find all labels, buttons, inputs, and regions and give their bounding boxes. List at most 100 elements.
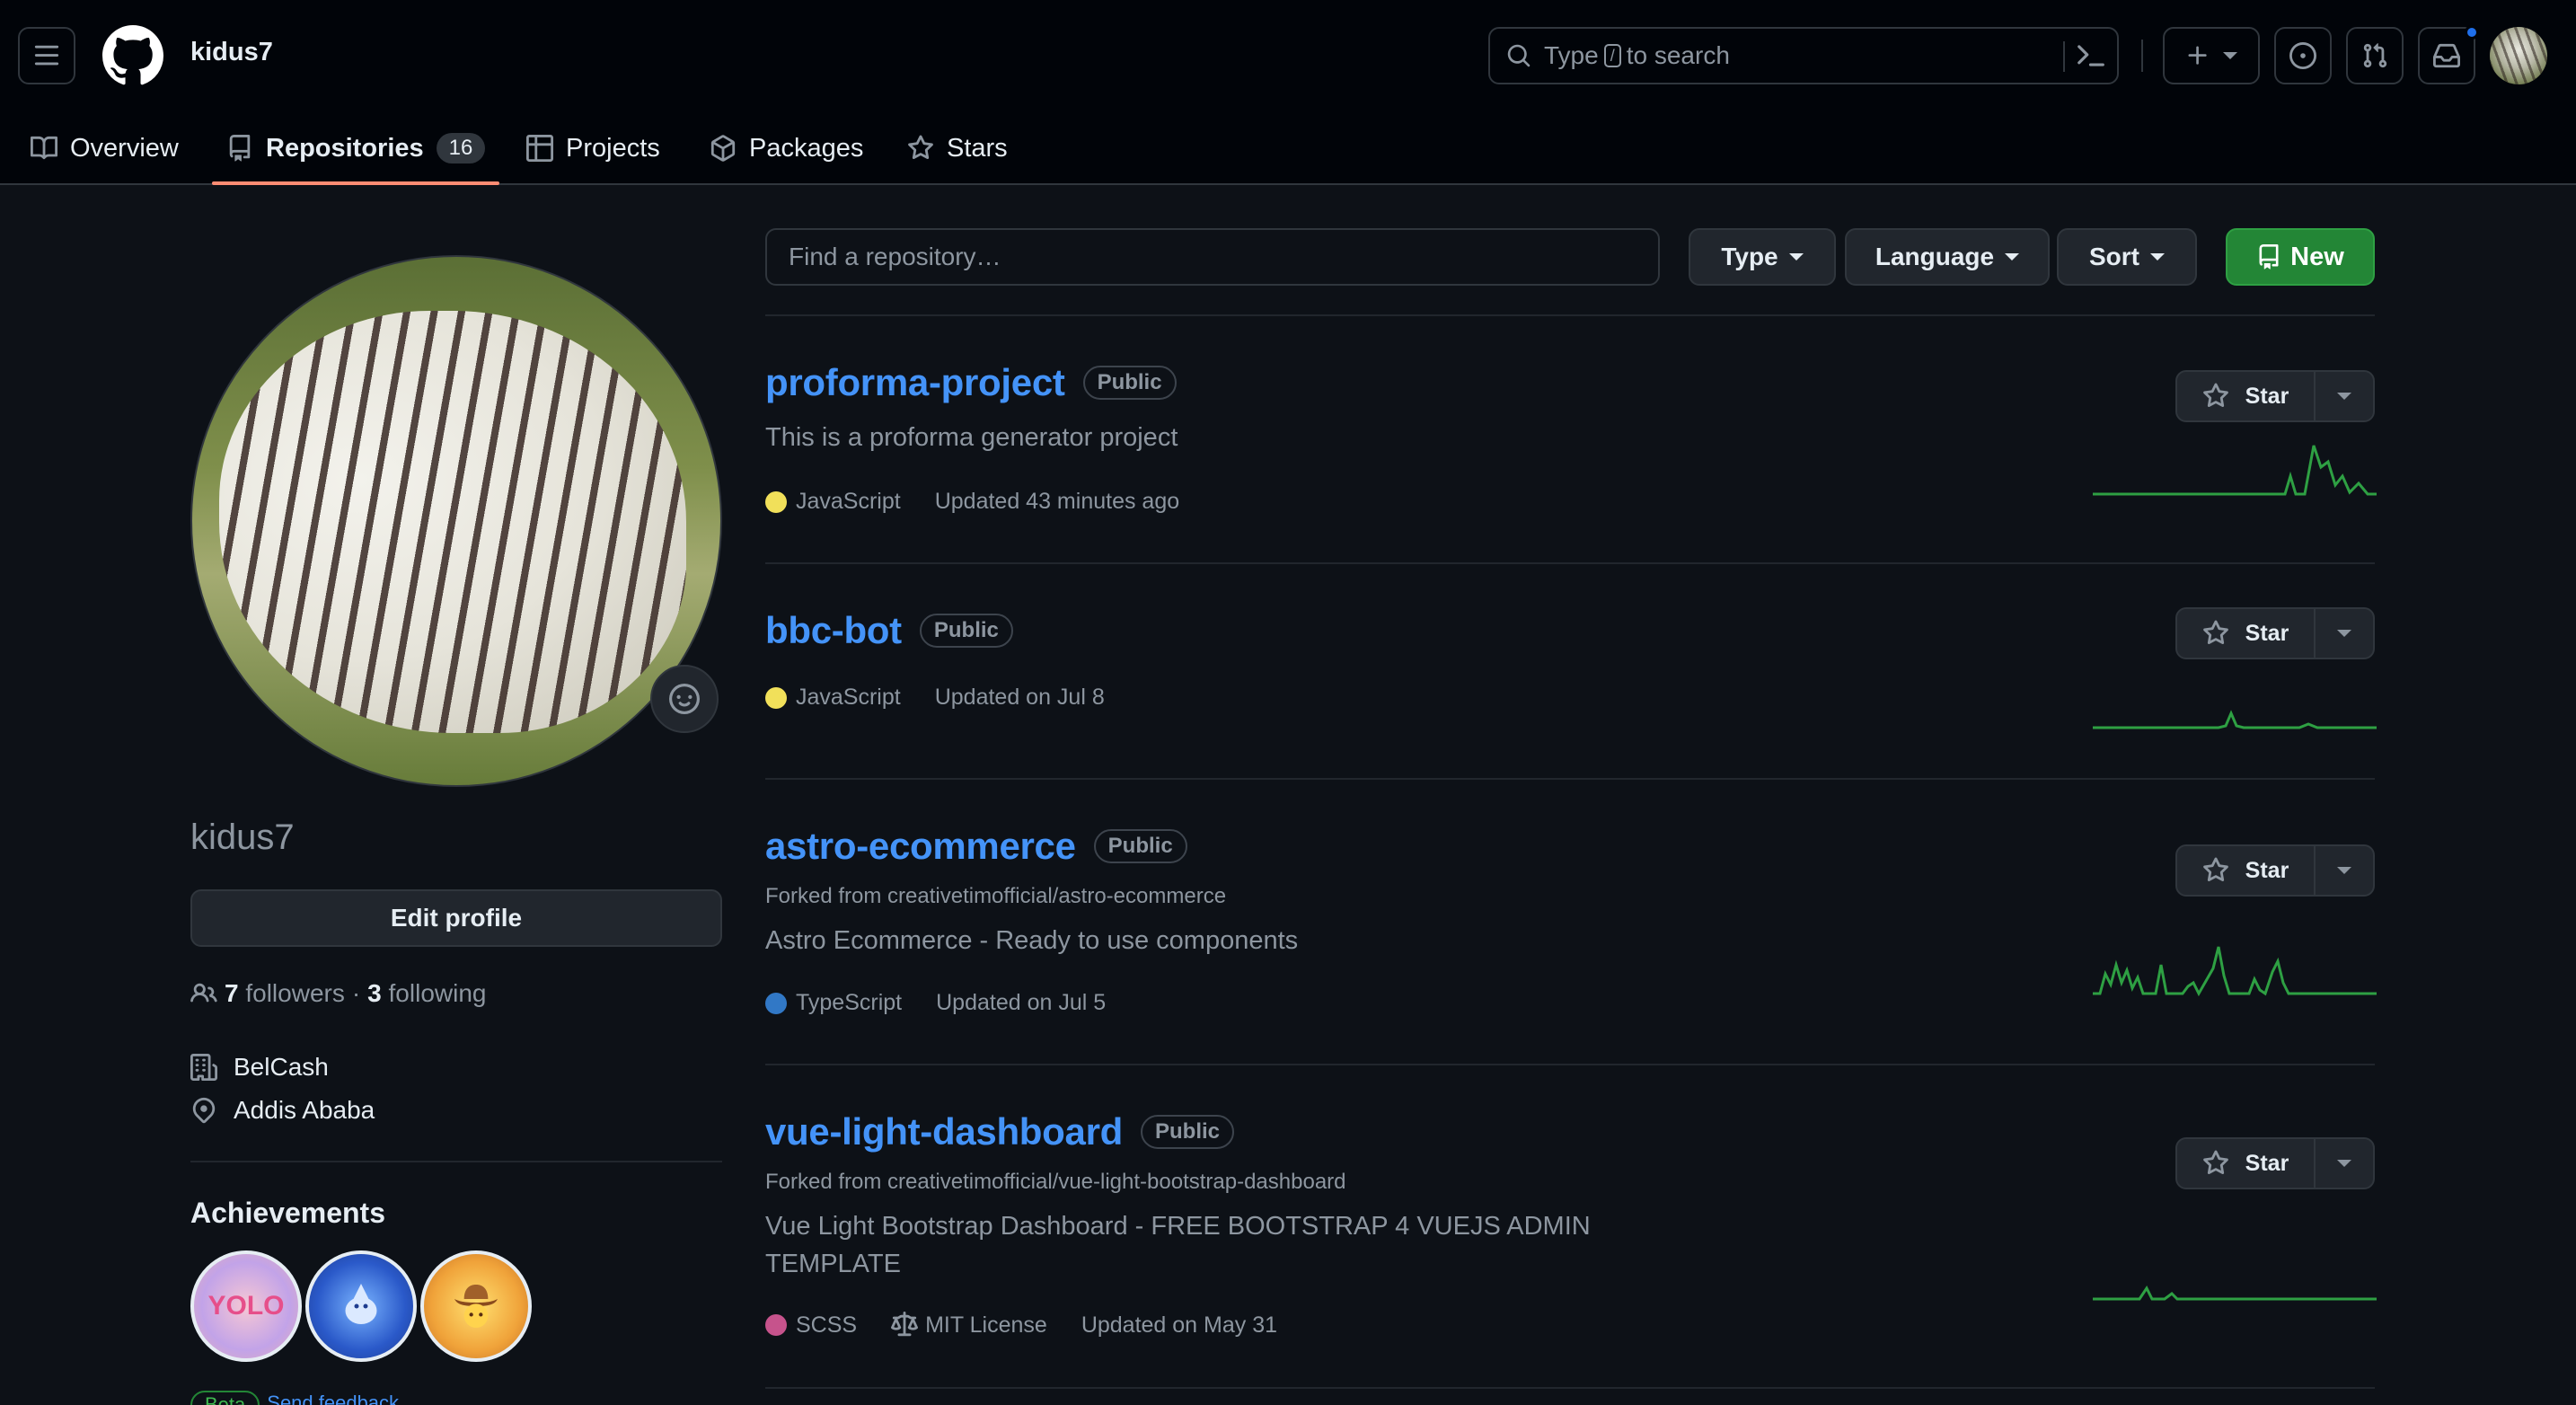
language-filter-button[interactable]: Language: [1845, 228, 2050, 286]
repo-meta: JavaScript Updated on Jul 8: [765, 685, 1105, 711]
book-icon: [31, 136, 57, 160]
set-status-button[interactable]: [650, 665, 719, 733]
star-label: Star: [2245, 857, 2289, 883]
star-icon: [2202, 1150, 2228, 1175]
repo-icon: [2259, 244, 2279, 270]
star-label: Star: [2245, 383, 2289, 409]
updated-time: Updated on May 31: [1081, 1312, 1278, 1338]
star-icon: [2202, 620, 2228, 645]
repo-meta: JavaScript Updated 43 minutes ago: [765, 489, 1179, 515]
tab-stars[interactable]: Stars: [907, 111, 1008, 185]
top-bar: kidus7 Type / to search: [0, 0, 2576, 111]
new-repository-button[interactable]: New: [2226, 228, 2375, 286]
followers-count: 7: [225, 979, 239, 1007]
repo-list-item: astro-ecommerce Public Forked from creat…: [765, 780, 2377, 1065]
location-name: Addis Ababa: [234, 1096, 375, 1124]
activity-sparkline: [2093, 946, 2377, 997]
search-icon: [1507, 44, 1531, 67]
repo-language: TypeScript: [765, 990, 902, 1016]
chevron-down-icon: [2337, 630, 2351, 637]
language-color-dot: [765, 992, 787, 1014]
achievement-yolo-badge[interactable]: YOLO: [190, 1250, 302, 1362]
star-button[interactable]: Star: [2177, 372, 2316, 420]
find-repository-input[interactable]: [765, 228, 1660, 286]
sort-button[interactable]: Sort: [2057, 228, 2197, 286]
github-logo-icon[interactable]: [102, 25, 163, 86]
tab-overview[interactable]: Overview: [31, 111, 179, 185]
beta-label: Beta: [190, 1391, 260, 1405]
menu-button[interactable]: [18, 27, 75, 84]
star-icon: [908, 135, 933, 160]
tab-packages[interactable]: Packages: [710, 111, 863, 185]
search-prefix: Type: [1544, 41, 1599, 69]
star-button[interactable]: Star: [2177, 1139, 2316, 1188]
achievement-quickdraw-badge[interactable]: [420, 1250, 532, 1362]
edit-profile-button[interactable]: Edit profile: [190, 889, 722, 947]
star-list-dropdown[interactable]: [2316, 372, 2373, 420]
visibility-badge: Public: [919, 614, 1013, 648]
chevron-down-icon: [1788, 253, 1804, 261]
law-icon: [891, 1312, 919, 1337]
profile-username: kidus7: [190, 817, 295, 857]
repo-name-link[interactable]: proforma-project: [765, 361, 1065, 404]
search-shortcut-key: /: [1603, 44, 1621, 67]
profile-avatar[interactable]: [190, 255, 722, 787]
star-button[interactable]: Star: [2177, 609, 2316, 658]
git-pull-request-icon: [2363, 43, 2387, 68]
activity-sparkline: [2093, 445, 2377, 496]
star-label: Star: [2245, 620, 2289, 646]
star-list-dropdown[interactable]: [2316, 846, 2373, 895]
star-button-group: Star: [2175, 844, 2375, 897]
star-button[interactable]: Star: [2177, 846, 2316, 895]
star-button-group: Star: [2175, 370, 2375, 422]
activity-sparkline: [2093, 710, 2377, 729]
tab-projects[interactable]: Projects: [526, 111, 660, 185]
achievements-heading[interactable]: Achievements: [190, 1197, 385, 1230]
create-new-button[interactable]: [2163, 27, 2260, 84]
user-avatar[interactable]: [2490, 27, 2547, 84]
pull-requests-button[interactable]: [2346, 27, 2404, 84]
language-color-dot: [765, 490, 787, 513]
star-label: Star: [2245, 1150, 2289, 1176]
repo-language: SCSS: [765, 1312, 857, 1339]
repo-name-link[interactable]: astro-ecommerce: [765, 825, 1076, 868]
repo-title-row: bbc-bot Public: [765, 609, 1013, 652]
repo-list-item: bbc-bot Public JavaScript Updated on Jul…: [765, 564, 2377, 780]
language-name: JavaScript: [796, 685, 901, 710]
issues-button[interactable]: [2274, 27, 2332, 84]
forked-from-text[interactable]: Forked from creativetimofficial/vue-ligh…: [765, 1170, 1346, 1195]
star-list-dropdown[interactable]: [2316, 1139, 2373, 1188]
updated-time: Updated on Jul 8: [934, 685, 1105, 710]
achievement-pull-shark-badge[interactable]: [305, 1250, 417, 1362]
profile-tabs: Overview Repositories 16 Projects Packag…: [0, 111, 2576, 185]
following-label: following: [388, 979, 487, 1007]
header-separator: [2141, 40, 2143, 72]
following-link[interactable]: 3 following: [367, 979, 486, 1008]
avatar-image: [219, 311, 686, 733]
repo-name-link[interactable]: vue-light-dashboard: [765, 1110, 1123, 1153]
search-divider: [2063, 41, 2065, 72]
header-username[interactable]: kidus7: [190, 38, 273, 67]
location-icon: [192, 1097, 216, 1124]
tab-label: Repositories: [266, 133, 424, 163]
shark-icon: [345, 1284, 377, 1324]
repo-list-item: vue-light-dashboard Public Forked from c…: [765, 1065, 2377, 1389]
repo-count-badge: 16: [436, 133, 486, 163]
star-list-dropdown[interactable]: [2316, 609, 2373, 658]
company-row: BelCash: [190, 1053, 329, 1082]
tab-label: Stars: [947, 133, 1008, 163]
search-box[interactable]: Type / to search: [1488, 27, 2119, 84]
updated-time: Updated 43 minutes ago: [934, 489, 1180, 514]
repo-name-link[interactable]: bbc-bot: [765, 609, 902, 652]
visibility-badge: Public: [1082, 366, 1177, 400]
language-color-dot: [765, 1314, 787, 1336]
company-name: BelCash: [234, 1053, 329, 1081]
inbox-icon: [2433, 43, 2460, 68]
forked-from-text[interactable]: Forked from creativetimofficial/astro-ec…: [765, 884, 1226, 909]
tab-repositories[interactable]: Repositories 16: [226, 111, 486, 185]
type-filter-button[interactable]: Type: [1689, 228, 1836, 286]
send-feedback-link[interactable]: Send feedback: [267, 1391, 399, 1405]
followers-link[interactable]: 7 followers: [225, 979, 345, 1008]
language-filter-label: Language: [1875, 243, 1995, 270]
command-palette-icon[interactable]: [2076, 41, 2106, 72]
